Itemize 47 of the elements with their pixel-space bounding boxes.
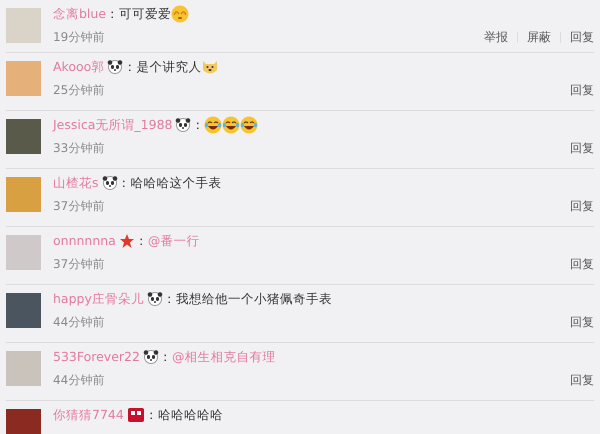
username[interactable]: onnnnnna [53,232,116,250]
timestamp: 33分钟前 [53,140,104,157]
avatar-placeholder[interactable] [6,235,41,270]
avatar-placeholder[interactable] [6,119,41,154]
mention-link[interactable]: @番一行 [148,232,200,250]
colon: ： [134,232,148,250]
action-link[interactable]: 回复 [570,255,594,273]
avatar-placeholder[interactable] [6,177,41,212]
timestamp: 37分钟前 [53,198,104,215]
action-link[interactable]: 屏蔽 [527,28,551,46]
avatar-placeholder[interactable] [6,8,41,43]
action-link[interactable]: 回复 [570,313,594,331]
comment-text: 我想给他一个小猪佩奇手表 [176,290,332,308]
username[interactable]: Jessica无所谓_1988 [53,116,172,134]
mention-link[interactable]: @相生相克自有理 [172,348,276,366]
action-link[interactable]: 回复 [570,28,594,46]
timestamp: 19分钟前 [53,29,104,46]
username[interactable]: 你猜猜7744 [53,406,124,424]
username[interactable]: Akooo郭 [53,58,104,76]
avatar-placeholder[interactable] [6,293,41,328]
username[interactable]: 念离blue [53,5,106,23]
timestamp: 25分钟前 [53,82,104,99]
colon: ： [158,348,172,366]
colon: ： [162,290,176,308]
username[interactable]: happy庄骨朵儿 [53,290,144,308]
timestamp: 44分钟前 [53,372,104,389]
action-link[interactable]: 回复 [570,81,594,99]
comment-text: 可可爱爱 [119,5,172,23]
username[interactable]: 山楂花s [53,174,99,192]
comment-text: 是个讲究人 [136,58,202,76]
avatar-placeholder[interactable] [6,61,41,96]
timestamp: 37分钟前 [53,256,104,273]
comment-text: 哈哈哈这个手表 [130,174,222,192]
colon: ： [106,5,120,23]
avatar-placeholder[interactable] [6,409,41,434]
comment-text: 哈哈哈哈哈 [158,406,223,424]
avatar-placeholder[interactable] [6,351,41,386]
action-link[interactable]: 回复 [570,197,594,215]
timestamp: 44分钟前 [53,314,104,331]
colon: ： [144,406,158,424]
action-link[interactable]: 回复 [570,371,594,389]
colon: ： [191,116,204,134]
colon: ： [118,174,131,192]
action-link[interactable]: 回复 [570,139,594,157]
colon: ： [123,58,136,76]
username[interactable]: 533Forever22 [53,348,140,366]
action-link[interactable]: 举报 [484,28,508,46]
